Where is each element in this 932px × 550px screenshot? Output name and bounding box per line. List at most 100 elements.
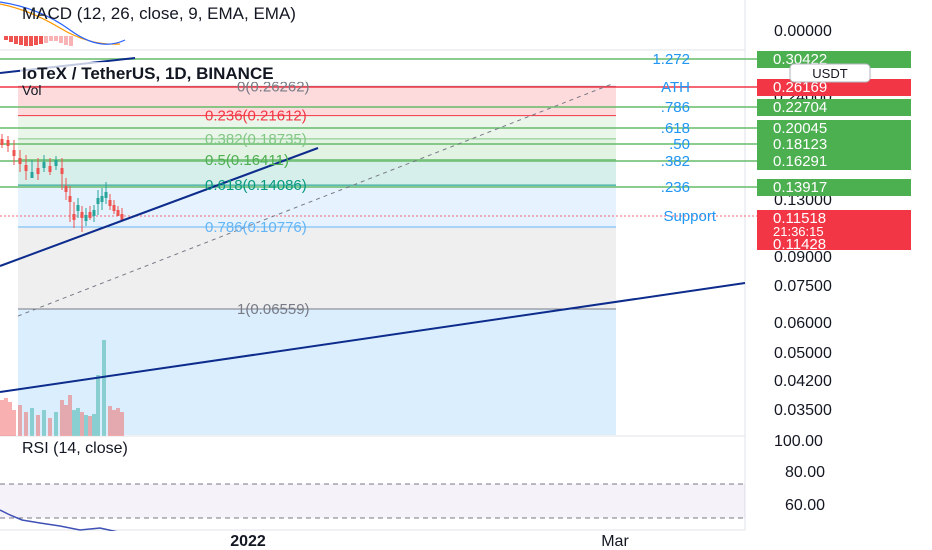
fib-label-0.786: 0.786(0.10776) <box>205 219 307 236</box>
price-axis-label: 0.05000 <box>774 345 832 362</box>
symbol-title[interactable]: IoTeX / TetherUS, 1D, BINANCE <box>22 64 274 83</box>
volume-bar <box>96 375 100 436</box>
level-label-ATH: ATH <box>661 79 690 96</box>
macd-hist-bar <box>64 36 68 45</box>
macd-hist-bar <box>39 36 43 44</box>
candle-body <box>24 165 28 171</box>
macd-hist-bar <box>34 36 38 45</box>
price-badge-label: 0.16291 <box>773 153 827 170</box>
time-axis-bg <box>0 531 932 550</box>
candle-body <box>68 196 72 202</box>
volume-bar <box>80 412 84 436</box>
macd-hist-bar <box>24 36 28 46</box>
fib-zone-0.618 <box>18 185 616 227</box>
volume-bar <box>64 405 68 436</box>
candle-body <box>76 205 80 211</box>
rsi-label: RSI (14, close) <box>22 440 128 457</box>
price-axis-label: 0.03500 <box>774 402 832 419</box>
level-label-p382: .382 <box>661 153 690 170</box>
volume-bar <box>30 408 34 436</box>
price-badge-label: 0.20045 <box>773 120 827 137</box>
macd-hist-bar <box>9 36 13 42</box>
candle-body <box>116 210 120 216</box>
macd-hist-bar <box>4 36 8 40</box>
candle-body <box>100 196 104 202</box>
price-axis-label: 0.06000 <box>774 315 832 332</box>
low-price: 0.11428 <box>773 236 826 253</box>
candle-body <box>92 210 96 216</box>
macd-hist-bar <box>29 36 33 46</box>
volume-bar <box>54 412 58 436</box>
currency-button[interactable]: USDT <box>789 63 871 83</box>
time-axis[interactable]: 2022 Mar <box>0 531 932 550</box>
macd-hist-bar <box>69 36 73 46</box>
fib-zone-0 <box>18 86 616 116</box>
rsi-axis-60: 60.00 <box>785 497 825 514</box>
fib-label-0.382: 0.382(0.18735) <box>205 131 307 148</box>
fib-label-0.236: 0.236(0.21612) <box>205 108 307 125</box>
fib-label-0.5: 0.5(0.16411) <box>205 152 289 169</box>
volume-bar <box>60 400 64 436</box>
candle-body <box>12 150 16 156</box>
volume-bar <box>18 405 22 436</box>
candle-body <box>36 168 40 174</box>
volume-bar <box>88 416 92 436</box>
macd-hist-bar <box>44 36 48 43</box>
volume-bar <box>0 400 4 436</box>
volume-bar <box>76 408 80 436</box>
volume-bar <box>120 412 124 436</box>
fib-zone-0.786 <box>18 227 616 309</box>
currency-label: USDT <box>812 66 847 81</box>
volume-bar <box>8 402 12 436</box>
price-axis-label: 0.04200 <box>774 373 832 390</box>
candle-body <box>80 212 84 218</box>
candle-body <box>84 215 88 221</box>
volume-bar <box>112 410 116 436</box>
macd-hist-bar <box>14 36 18 44</box>
candle-body <box>88 212 92 218</box>
volume-bar <box>84 415 88 436</box>
candle-body <box>54 160 58 166</box>
level-label-p50: .50 <box>669 136 690 153</box>
candle-body <box>64 186 68 192</box>
price-badge-label: 0.22704 <box>773 99 827 116</box>
volume-bar <box>4 398 8 436</box>
candle-body <box>96 198 100 204</box>
volume-bar <box>116 408 120 436</box>
level-label-p618: .618 <box>661 120 690 137</box>
candle-body <box>108 200 112 206</box>
time-label-2022: 2022 <box>230 533 266 550</box>
rsi-axis-80: 80.00 <box>785 464 825 481</box>
fib-label-0.618: 0.618(0.14086) <box>205 177 307 194</box>
volume-bar <box>102 340 106 436</box>
fib-zone-0.5 <box>18 159 616 186</box>
candle-body <box>60 168 64 174</box>
rsi-band <box>0 484 745 518</box>
macd-hist-bar <box>49 36 53 41</box>
time-label-mar: Mar <box>601 533 629 550</box>
fib-zones <box>18 85 616 435</box>
macd-hist-bar <box>54 36 58 41</box>
volume-bar <box>36 415 40 436</box>
macd-label: MACD (12, 26, close, 9, EMA, EMA) <box>22 4 296 23</box>
candle-body <box>48 166 52 172</box>
level-label-p786: .786 <box>661 99 690 116</box>
volume-bar <box>72 410 76 436</box>
current-price-box: 0.11518 21:36:15 0.11428 <box>757 210 911 253</box>
level-label-p236: .236 <box>661 179 690 196</box>
volume-bar <box>92 414 96 436</box>
candle-body <box>120 214 124 220</box>
candle-body <box>6 140 10 146</box>
candle-body <box>0 139 4 145</box>
rsi-axis-100: 100.00 <box>774 433 823 450</box>
fib-zone-extension <box>18 309 616 435</box>
chart-canvas[interactable]: MACD (12, 26, close, 9, EMA, EMA) 0.0000… <box>0 0 932 550</box>
volume-bar <box>24 412 28 436</box>
candle-body <box>72 214 76 220</box>
candle-body <box>104 192 108 198</box>
volume-bar <box>68 395 72 436</box>
fib-label-1: 1(0.06559) <box>237 301 310 318</box>
candle-body <box>30 172 34 178</box>
candle-body <box>112 205 116 211</box>
volume-label: Vol <box>22 82 41 98</box>
